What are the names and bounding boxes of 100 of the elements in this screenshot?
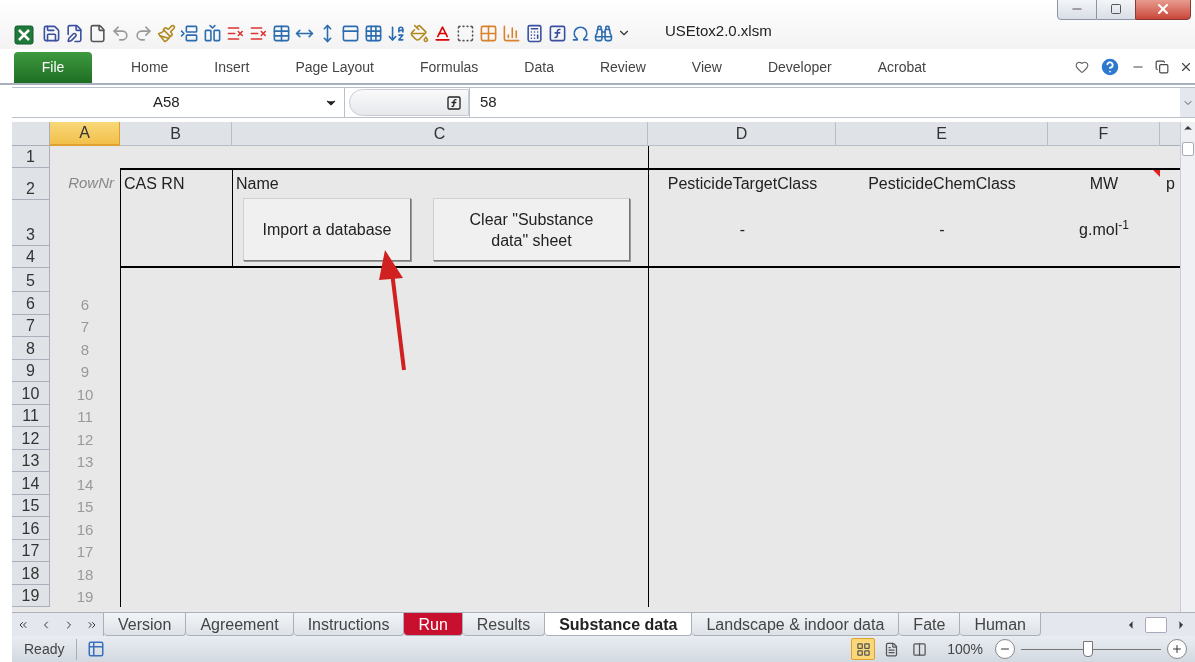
sheet-tab[interactable]: Instructions [293, 613, 405, 637]
column-header[interactable]: E [836, 122, 1048, 147]
close-button[interactable] [1135, 0, 1191, 20]
ribbon-tab[interactable]: Formulas [397, 51, 502, 83]
insert-function-button[interactable] [349, 88, 469, 117]
row-header[interactable]: 11 [12, 404, 50, 428]
row-number: 15 [76, 497, 94, 518]
ribbon-tab[interactable]: Acrobat [854, 51, 949, 83]
restore-icon[interactable] [1155, 60, 1169, 75]
row-header[interactable]: 5 [12, 268, 50, 293]
sheet-tab[interactable]: Version [104, 613, 187, 637]
row-header[interactable]: 4 [12, 246, 50, 269]
column-heading: PesticideChemClass [868, 174, 1016, 195]
close-icon [1155, 1, 1171, 17]
row-header[interactable]: 17 [12, 539, 50, 563]
macro-recorder-icon[interactable] [87, 640, 106, 659]
sheet-tab[interactable]: Agreement [186, 613, 294, 637]
sheet-tab[interactable]: Fate [899, 613, 961, 637]
sheet-tab[interactable]: Human [960, 613, 1041, 637]
sheet-tab[interactable]: Landscape & indoor data [692, 613, 900, 637]
insert-rows-icon[interactable] [180, 23, 199, 43]
help-icon[interactable] [1099, 56, 1121, 79]
ribbon-tab[interactable]: Insert [191, 51, 273, 83]
row-header[interactable]: 8 [12, 337, 50, 360]
view-icon [855, 641, 871, 657]
maximize-button[interactable] [1097, 0, 1135, 20]
slider-thumb[interactable] [1083, 641, 1094, 658]
zoom-out-button[interactable] [995, 639, 1015, 660]
window-title: USEtox2.0.xlsm [665, 20, 772, 41]
row-header[interactable]: 15 [12, 494, 50, 518]
omega-icon[interactable] [571, 23, 590, 43]
font-color-icon[interactable] [433, 23, 452, 43]
fill-color-icon[interactable] [410, 23, 429, 43]
ribbon-tab[interactable]: Developer [744, 51, 855, 83]
column-heading: MW [1089, 174, 1119, 195]
horizontal-scrollbar[interactable] [1145, 616, 1167, 633]
row-number: 6 [80, 294, 90, 315]
row-header[interactable]: 1 [12, 146, 50, 169]
zoom-slider[interactable] [1021, 639, 1161, 660]
row-number: 7 [80, 317, 90, 338]
minimize-ribbon-icon[interactable] [1075, 60, 1089, 75]
view-mode-button[interactable] [851, 638, 876, 661]
unit-label: g.mol$^{-1}$ [1079, 218, 1129, 241]
file-tab[interactable]: File [14, 51, 92, 83]
scrollbar-thumb[interactable] [1182, 142, 1194, 157]
column-header[interactable]: C [232, 122, 648, 147]
row-header[interactable]: 19 [12, 584, 50, 608]
row-header[interactable]: 3 [12, 200, 50, 247]
redo-icon[interactable] [134, 23, 153, 43]
new-file-icon[interactable] [88, 23, 107, 43]
view-icon [883, 641, 899, 657]
column-header[interactable]: D [648, 122, 836, 147]
row-header[interactable]: 16 [12, 517, 50, 540]
column-header[interactable]: A [50, 122, 120, 147]
grid-icon[interactable] [364, 23, 383, 43]
ribbon-tab[interactable]: Page Layout [272, 51, 397, 83]
ribbon-tab[interactable]: Data [501, 51, 577, 83]
macro-button[interactable]: Clear "Substance data" sheet [433, 198, 630, 262]
freeze-panes-icon[interactable] [341, 23, 360, 43]
insert-columns-icon[interactable] [203, 23, 222, 43]
ribbon-tab[interactable]: Review [576, 51, 669, 83]
row-header[interactable]: 6 [12, 292, 50, 315]
row-number: 13 [76, 452, 94, 473]
table-cell-text: RowNr [68, 173, 114, 194]
row-header[interactable]: 14 [12, 472, 50, 495]
sheet-tab[interactable]: Substance data [545, 613, 693, 637]
borders-icon[interactable] [456, 23, 475, 43]
function-icon[interactable] [548, 23, 567, 43]
status-text: Ready [12, 638, 78, 660]
table-icon[interactable] [272, 23, 291, 43]
row-number: 18 [76, 564, 94, 585]
column-heading: p [1166, 174, 1175, 195]
binoculars-icon[interactable] [594, 23, 613, 43]
plus-icon [1171, 643, 1183, 656]
excel-logo-icon[interactable] [14, 25, 34, 46]
ribbon-tab[interactable]: Home [108, 51, 192, 83]
column-header[interactable]: F [1048, 122, 1160, 147]
zoom-in-button[interactable] [1167, 639, 1187, 660]
sort-icon[interactable] [387, 23, 406, 43]
ribbon-tab[interactable]: View [668, 51, 745, 83]
column-header[interactable]: B [120, 122, 232, 147]
unit-label: - [739, 220, 746, 241]
paintbrush-icon[interactable] [157, 23, 176, 43]
calculator-icon[interactable] [525, 23, 544, 43]
function-icon [446, 94, 462, 111]
save-as-icon[interactable] [65, 23, 84, 43]
row-header[interactable]: 7 [12, 314, 50, 338]
row-header[interactable]: 9 [12, 359, 50, 383]
row-header[interactable]: 10 [12, 382, 50, 405]
sheet-tab[interactable]: Results [462, 613, 546, 637]
row-number: 12 [76, 429, 94, 450]
sheet-tab[interactable]: Run [404, 613, 463, 637]
row-header[interactable]: 13 [12, 449, 50, 473]
row-header[interactable]: 18 [12, 562, 50, 585]
vertical-scrollbar[interactable] [1180, 122, 1195, 613]
row-header[interactable]: 2 [12, 168, 50, 201]
macro-button[interactable]: Import a database [243, 198, 411, 262]
row-header[interactable]: 12 [12, 427, 50, 450]
save-icon[interactable] [42, 23, 61, 43]
zoom-level[interactable]: 100% [947, 638, 983, 660]
